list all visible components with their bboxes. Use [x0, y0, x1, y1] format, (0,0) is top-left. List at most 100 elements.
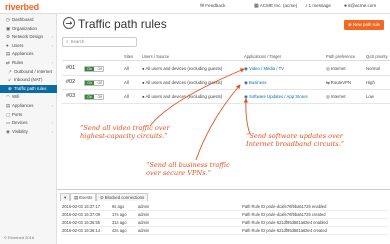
sidebar-item-wifi[interactable]: ◠ Wifi — [0, 93, 57, 101]
messages-link[interactable]: ♪1 message — [305, 3, 331, 9]
annotation-video: “Send all video traffic over highest-cap… — [80, 124, 170, 141]
sidebar-item-devices[interactable]: ▭ Devices › — [0, 119, 57, 127]
event-time: 2016-02-03 15:36:14 — [62, 228, 101, 233]
event-msg: Path Rule ID prule-dcafe76f9ba61726 enab… — [242, 204, 327, 209]
sidebar-item-label: Ports — [12, 111, 23, 117]
event-user: admin — [138, 212, 150, 217]
event-time: 2016-02-03 15:37:09 — [62, 212, 101, 217]
event-row[interactable]: 2016-02-03 15:36:55 31s ago admin Path Rule… — [62, 219, 388, 227]
enable-toggle[interactable]: On Off — [84, 65, 104, 72]
col-qos[interactable]: QoS priority — [366, 54, 388, 59]
users-cell: ● All users and devices (excluding guest… — [142, 66, 223, 71]
chevron-right-icon: › — [51, 42, 53, 48]
logo: riverbed — [5, 2, 39, 12]
event-msg: Path Rule ID prule-621df95d881a63e4 enab… — [242, 220, 328, 225]
col-apps[interactable]: Applications / Target — [244, 54, 281, 59]
users-cell: ● All users and devices (excluding guest… — [142, 94, 223, 99]
event-msg: Path Rule ID prule-dcafe76f9ba61726 crea… — [242, 212, 326, 217]
sidebar-item-label: Rules — [12, 60, 24, 65]
col-users[interactable]: Users / Source — [142, 54, 169, 59]
rule-id: #01 — [66, 65, 76, 71]
header-divider — [62, 60, 390, 61]
event-ago: 42s ago — [112, 228, 127, 233]
sidebar-item-label: Appliances — [12, 103, 34, 108]
sidebar-item-label: Visibility — [12, 128, 28, 134]
feedback-icon: ✉ — [200, 3, 205, 9]
chevron-right-icon: › — [51, 60, 53, 65]
user-menu[interactable]: ●it@acme.com — [344, 3, 376, 9]
sidebar-item-users[interactable]: ● Users › — [0, 42, 57, 50]
page-title: Traffic path rules — [78, 17, 167, 31]
qos-cell: High — [366, 80, 375, 85]
app-link[interactable]: ◉ Video / Media / TV — [244, 66, 284, 72]
search-icon: ⌕ — [66, 39, 69, 44]
annotation-business: “Send all business traffic over secure V… — [146, 161, 230, 178]
sidebar-item-appliances[interactable]: ▤ Appliances › — [0, 102, 57, 110]
search-input[interactable]: ⌕ Search — [62, 37, 137, 47]
collapse-panel-button[interactable]: ▾ — [60, 193, 71, 201]
sidebar-item-rules[interactable]: ⇄ Rules › — [0, 59, 57, 67]
sidebar-item-label: Wifi — [12, 94, 20, 100]
sidebar-item-organization[interactable]: ▣ Organization — [0, 25, 57, 33]
users-cell: ● All users and devices (excluding guest… — [142, 80, 223, 85]
feedback-link[interactable]: ✉Feedback — [200, 3, 225, 9]
sites-cell: All — [124, 80, 129, 85]
table-row[interactable]: #03 On Off All ● All users and devices (e… — [62, 90, 390, 104]
chevron-right-icon: › — [51, 128, 53, 134]
path-pref-cell: ⇆ RouteVPN — [326, 80, 352, 85]
sidebar-item-label: Appliances — [12, 51, 34, 57]
org-switcher[interactable]: ▦ACME Inc. (acme) — [254, 3, 297, 9]
annotation-updates: “Send software updates over Internet bro… — [246, 132, 345, 149]
sidebar-item-visibility[interactable]: ◉ Visibility › — [0, 128, 57, 136]
sidebar-item-label: Devices — [12, 120, 28, 126]
table-row[interactable]: #02 On Off All ● All users and devices (e… — [62, 76, 390, 90]
sidebar-item-traffic-path-rules[interactable]: ⊕ Traffic path rules — [0, 84, 57, 93]
chevron-right-icon: › — [51, 103, 53, 108]
chevron-right-icon: › — [51, 34, 53, 40]
sidebar-item-appliances[interactable]: ▤ Appliances — [0, 50, 57, 58]
sidebar-item-network-design[interactable]: ⚙ Network Design › — [0, 33, 57, 41]
new-path-rule-button[interactable]: ⊕ New path rule — [344, 20, 384, 30]
chevron-right-icon: › — [51, 120, 53, 126]
copyright: © Riverbed 2016 — [4, 235, 35, 240]
event-row[interactable]: 2016-02-03 15:36:14 42s ago admin Path Rule… — [62, 227, 388, 235]
traffic-path-title-icon — [63, 17, 75, 29]
event-user: admin — [138, 220, 150, 225]
rule-id: #03 — [66, 93, 76, 99]
user-icon: ● — [344, 3, 348, 9]
tab-events[interactable]: ▤ Events — [70, 193, 97, 201]
sidebar-item-ports[interactable]: ▢ Ports — [0, 111, 57, 119]
event-time: 2016-02-03 15:37:17 — [62, 204, 101, 209]
sidebar-item-label: Dashboard — [12, 17, 34, 22]
top-bar: riverbed ✉Feedback ▦ACME Inc. (acme) ♪1 … — [0, 0, 390, 14]
event-msg: Path Rule ID prule-621df95d881a63e4 crea… — [242, 228, 327, 233]
sidebar-item-label: Inbound (NAT) — [14, 77, 43, 83]
event-ago: 31s ago — [112, 220, 127, 225]
enable-toggle[interactable]: On Off — [84, 79, 104, 86]
sidebar-item-outbound-internet[interactable]: ↗ Outbound / Internet — [0, 68, 57, 76]
sidebar-item-label: Outbound / Internet — [14, 68, 52, 74]
rule-id: #02 — [66, 79, 76, 85]
event-user: admin — [138, 228, 150, 233]
qos-cell: Normal — [366, 66, 380, 71]
qos-cell: Low — [366, 94, 374, 99]
app-link[interactable]: ◉ Software Updates / App Stores — [244, 94, 308, 100]
event-ago: 17s ago — [112, 212, 127, 217]
path-pref-cell: ◎ Internet — [326, 94, 346, 99]
app-link[interactable]: ◉ Business — [244, 80, 266, 86]
event-user: admin — [138, 204, 150, 209]
col-pref[interactable]: Path preference — [326, 54, 355, 59]
tab-blocked-connections[interactable]: ⊘ Blocked connections — [96, 193, 149, 201]
path-pref-cell: ◎ Internet — [326, 66, 346, 71]
event-row[interactable]: 2016-02-03 15:37:09 17s ago admin Path Rule… — [62, 211, 388, 219]
sites-cell: All — [124, 66, 129, 71]
event-time: 2016-02-03 15:36:55 — [62, 220, 101, 225]
table-row[interactable]: #01 On Off All ● All users and devices (e… — [62, 62, 390, 76]
sites-cell: All — [124, 94, 129, 99]
sidebar-item-dashboard[interactable]: ◷ Dashboard — [0, 16, 57, 24]
enable-toggle[interactable]: On Off — [84, 93, 104, 100]
sidebar-item-inbound-nat[interactable]: ↙ Inbound (NAT) — [0, 76, 57, 84]
sidebar-item-label: Organization — [12, 25, 37, 31]
event-row[interactable]: 2016-02-03 15:37:17 9s ago admin Path Rule … — [62, 203, 388, 211]
col-sites[interactable]: Sites — [124, 54, 133, 59]
